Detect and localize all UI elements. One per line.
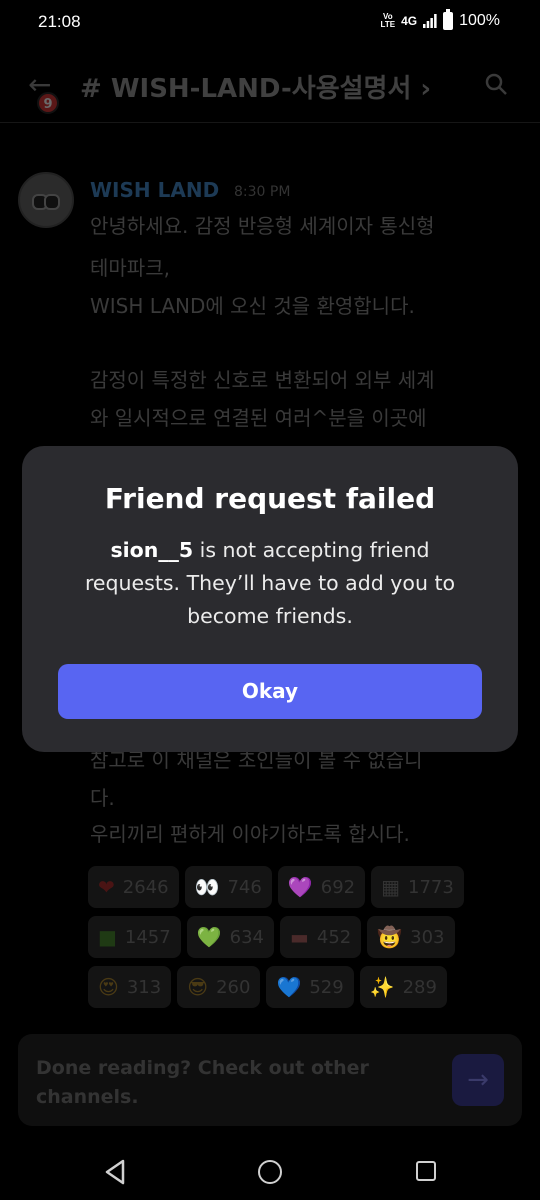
reaction-emoji-icon: 🤠 [377, 925, 403, 949]
dialog-username: sion__5 [110, 538, 194, 562]
message-timestamp: 8:30 PM [234, 184, 291, 200]
reaction-count: 313 [126, 976, 162, 998]
reaction-emoji-icon: ✨ [369, 975, 395, 999]
reaction-count: 260 [216, 976, 251, 998]
reaction-count: 1773 [408, 876, 454, 898]
status-time: 21:08 [38, 12, 81, 31]
message-line: 감정이 특정한 신호로 변환되어 외부 세계 [90, 368, 435, 392]
reaction-emoji-icon: 💙 [276, 975, 302, 999]
network-type: 4G [401, 14, 418, 28]
message-line: WISH LAND에 오신 것을 환영합니다. [90, 294, 415, 318]
status-bar: 21:08 Vo LTE 4G 100% [0, 0, 540, 46]
reaction-row: ■ 1457 💚 634 ▬ 452 🤠 303 [88, 916, 528, 958]
reaction-count: 746 [227, 876, 262, 898]
reaction-chip[interactable]: 😍 313 [88, 966, 172, 1008]
reaction-chip[interactable]: 😎 260 [177, 966, 261, 1008]
reaction-chip[interactable]: 💙 529 [266, 966, 354, 1008]
reaction-emoji-icon: 💚 [196, 925, 222, 949]
avatar[interactable] [18, 172, 74, 228]
nav-back-icon[interactable] [104, 1159, 126, 1185]
unread-badge: 9 [37, 92, 59, 114]
dialog-message: sion__5 is not accepting friend requests… [62, 534, 478, 633]
signal-icon [423, 14, 437, 28]
reaction-chip[interactable]: ✨ 289 [359, 966, 447, 1008]
done-reading-text: Done reading? Check out other channels. [36, 1057, 369, 1108]
reaction-emoji-icon: 💜 [287, 875, 313, 899]
message-line: 다. [90, 786, 115, 810]
status-indicators: Vo LTE 4G 100% [380, 9, 500, 30]
dialog-title: Friend request failed [104, 482, 436, 515]
message-line: 안녕하세요. 감정 반응형 세계이자 통신형 [90, 214, 435, 238]
system-nav-bar [0, 1146, 540, 1200]
reaction-emoji-icon: ▬ [289, 925, 309, 949]
reaction-count: 2646 [122, 876, 169, 898]
reaction-chip[interactable]: 💚 634 [186, 916, 274, 958]
message-line: 우리끼리 편하게 이야기하도록 합시다. [90, 822, 410, 846]
reactions: ❤ 2646 👀 746 💜 692 ▦ 1773 ■ 1457 💚 634 ▬ 452 🤠 303 😍 313 😎… [88, 866, 528, 1016]
search-icon[interactable] [484, 72, 508, 96]
channel-title[interactable]: # WISH-LAND-사용설명서 › [80, 68, 431, 105]
reaction-count: 303 [410, 926, 445, 948]
friend-request-failed-dialog: Friend request failed sion__5 is not acc… [22, 446, 518, 752]
channel-header: ← 9 # WISH-LAND-사용설명서 › [0, 46, 540, 122]
reaction-count: 692 [320, 876, 356, 898]
reaction-emoji-icon: ■ [98, 925, 117, 949]
reaction-chip[interactable]: 👀 746 [184, 866, 272, 908]
next-channel-button[interactable]: → [452, 1054, 504, 1106]
reaction-count: 529 [309, 976, 344, 998]
nav-recents-icon[interactable] [416, 1161, 436, 1181]
message-line: 와 일시적으로 연결된 여러^분을 이곳에 [90, 406, 427, 430]
reaction-chip[interactable]: ▦ 1773 [371, 866, 464, 908]
reaction-emoji-icon: 😍 [98, 975, 119, 999]
reaction-count: 289 [402, 976, 437, 998]
reaction-row: 😍 313 😎 260 💙 529 ✨ 289 [88, 966, 528, 1008]
header-divider [0, 122, 540, 123]
reaction-count: 1457 [124, 926, 171, 948]
okay-button[interactable]: Okay [58, 664, 482, 719]
message-author[interactable]: WISH LAND [90, 178, 219, 202]
reaction-count: 452 [316, 926, 352, 948]
message-line: 테마파크, [90, 256, 170, 280]
reaction-emoji-icon: 👀 [194, 875, 220, 899]
battery-level: 100% [459, 12, 500, 29]
reaction-chip[interactable]: ■ 1457 [88, 916, 181, 958]
battery-icon [443, 9, 454, 30]
reaction-emoji-icon: 😎 [187, 975, 209, 999]
reaction-row: ❤ 2646 👀 746 💜 692 ▦ 1773 [88, 866, 528, 908]
reaction-chip[interactable]: 🤠 303 [367, 916, 455, 958]
nav-home-icon[interactable] [258, 1160, 282, 1184]
reaction-chip[interactable]: ❤ 2646 [88, 866, 179, 908]
volte-icon: Vo LTE [380, 12, 396, 29]
done-reading-bar: Done reading? Check out other channels. … [18, 1034, 522, 1126]
reaction-count: 634 [229, 926, 264, 948]
reaction-chip[interactable]: ▬ 452 [279, 916, 362, 958]
reaction-emoji-icon: ❤ [98, 875, 115, 899]
reaction-emoji-icon: ▦ [381, 875, 401, 899]
reaction-chip[interactable]: 💜 692 [277, 866, 366, 908]
